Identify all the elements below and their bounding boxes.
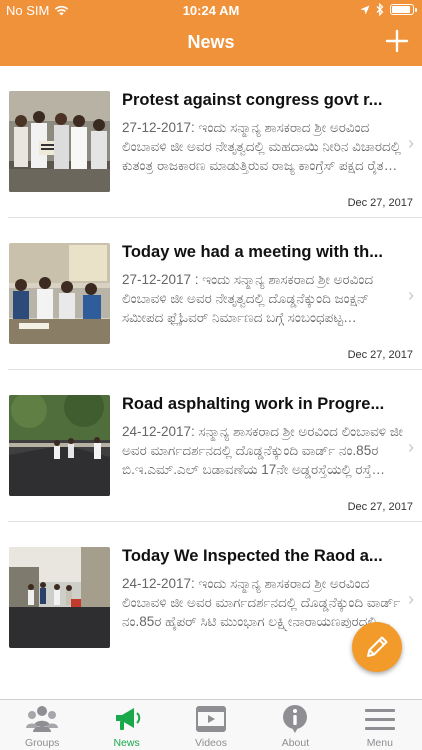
chevron-right-icon: › — [408, 589, 414, 609]
news-date: Dec 27, 2017 — [347, 501, 413, 513]
news-title: Today We Inspected the Raod a... — [122, 547, 383, 565]
menu-icon — [364, 709, 395, 730]
battery-icon — [390, 4, 417, 15]
news-thumbnail — [9, 243, 110, 344]
news-thumbnail — [9, 91, 110, 192]
tab-menu[interactable]: Menu — [338, 700, 422, 750]
tab-label: Groups — [24, 737, 60, 749]
groups-icon — [26, 706, 59, 732]
news-title: Road asphalting work in Progre... — [122, 395, 385, 413]
info-icon — [283, 705, 308, 733]
news-title: Today we had a meeting with th... — [122, 243, 383, 261]
megaphone-icon — [115, 708, 140, 730]
location-arrow-icon — [360, 5, 370, 14]
videos-icon — [196, 706, 227, 732]
news-item[interactable]: Protest against congress govt r... 27-12… — [8, 66, 422, 218]
news-title: Protest against congress govt r... — [122, 91, 383, 109]
news-item[interactable]: Road asphalting work in Progre... 24-12-… — [8, 370, 422, 522]
news-description: 24-12-2017: ಇಂದು ಸನ್ಮಾನ್ಯ ಶಾಸಕರಾದ ಶ್ರೀ ಅ… — [122, 576, 401, 629]
tab-videos[interactable]: Videos — [169, 700, 253, 750]
news-thumbnail — [9, 547, 110, 648]
news-description: 27-12-2017: ಇಂದು ಸನ್ಮಾನ್ಯ ಶಾಸಕರಾದ ಶ್ರೀ ಅ… — [122, 120, 401, 173]
bluetooth-icon — [376, 3, 384, 16]
tab-label: Videos — [195, 737, 227, 749]
chevron-right-icon: › — [408, 437, 414, 457]
chevron-right-icon: › — [408, 133, 414, 153]
news-date: Dec 27, 2017 — [347, 197, 413, 209]
status-bar: No SIM 10:24 AM — [0, 0, 422, 22]
tab-news[interactable]: News — [84, 700, 168, 750]
tab-label: About — [281, 737, 310, 749]
news-list: Protest against congress govt r... 27-12… — [0, 66, 422, 674]
add-button[interactable] — [384, 28, 410, 54]
compose-fab-button[interactable] — [352, 622, 402, 672]
news-date: Dec 27, 2017 — [347, 349, 413, 361]
news-description: 24-12-2017: ಸನ್ಮಾನ್ಯ ಶಾಸಕರಾದ ಶ್ರೀ ಅರವಿಂದ… — [122, 424, 403, 477]
tab-label: News — [113, 737, 140, 749]
app-header: No SIM 10:24 AM News — [0, 0, 422, 66]
tab-about[interactable]: About — [253, 700, 337, 750]
news-description: 27-12-2017 : ಇಂದು ಸನ್ಮಾನ್ಯ ಶಾಸಕರಾದ ಶ್ರೀ … — [122, 272, 374, 325]
tab-label: Menu — [366, 737, 393, 749]
tab-groups[interactable]: Groups — [0, 700, 84, 750]
news-thumbnail — [9, 395, 110, 496]
page-title: News — [187, 32, 235, 52]
chevron-right-icon: › — [408, 285, 414, 305]
tab-bar: Groups News Videos About Menu — [0, 699, 422, 750]
status-time: 10:24 AM — [182, 3, 240, 18]
pencil-icon — [367, 636, 388, 657]
news-item[interactable]: Today we had a meeting with th... 27-12-… — [8, 218, 422, 370]
